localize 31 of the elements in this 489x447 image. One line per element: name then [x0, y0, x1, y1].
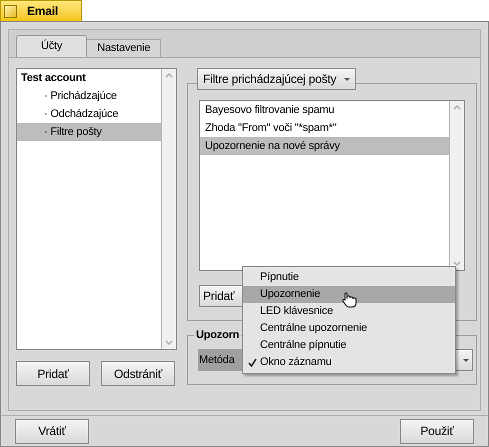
- footer-button[interactable]: Použiť: [400, 418, 474, 444]
- tab[interactable]: Nastavenie: [87, 39, 162, 57]
- account-list-item[interactable]: · Prichádzajúce: [17, 87, 161, 105]
- account-list-item[interactable]: · Odchádzajúce: [17, 105, 161, 123]
- group-label: Upozorn: [194, 327, 242, 344]
- scrollbar[interactable]: [449, 101, 464, 270]
- menu-item-label: Pípnutie: [260, 270, 299, 286]
- filter-list-item[interactable]: Upozornenie na nové správy: [200, 137, 449, 155]
- menu-item-label: Centrálne upozornenie: [260, 321, 368, 336]
- filter-list-item[interactable]: Bayesovo filtrovanie spamu: [200, 101, 449, 119]
- checkmark-icon: [248, 358, 257, 367]
- account-button[interactable]: Odstrániť: [101, 361, 175, 386]
- menu-item[interactable]: Centrálne upozornenie: [243, 320, 455, 337]
- footer-button[interactable]: Vrátiť: [15, 418, 89, 444]
- account-button[interactable]: Pridať: [16, 361, 90, 386]
- menu-item-label: Okno záznamu: [260, 355, 332, 370]
- scrollbar[interactable]: [161, 69, 176, 349]
- tab[interactable]: Účty: [16, 35, 88, 57]
- filter-type-dropdown[interactable]: Filtre prichádzajúcej pošty: [197, 68, 356, 90]
- dropdown-arrow-icon: [462, 358, 468, 362]
- window-title: Email: [27, 3, 58, 20]
- close-box-icon[interactable]: [4, 4, 17, 18]
- menu-item-label: LED klávesnice: [260, 304, 334, 320]
- menu-item-label: Centrálne pípnutie: [260, 338, 346, 354]
- account-list-item[interactable]: Test account: [17, 69, 161, 87]
- hand-cursor-icon: [341, 291, 359, 309]
- menu-item[interactable]: Pípnutie: [243, 269, 455, 286]
- menu-item-label: Upozornenie: [260, 287, 320, 302]
- account-list-item[interactable]: · Filtre pošty: [17, 123, 161, 141]
- dropdown-arrow-icon: [344, 78, 350, 80]
- filter-list-item[interactable]: Zhoda "From" voči "*spam*": [200, 119, 449, 137]
